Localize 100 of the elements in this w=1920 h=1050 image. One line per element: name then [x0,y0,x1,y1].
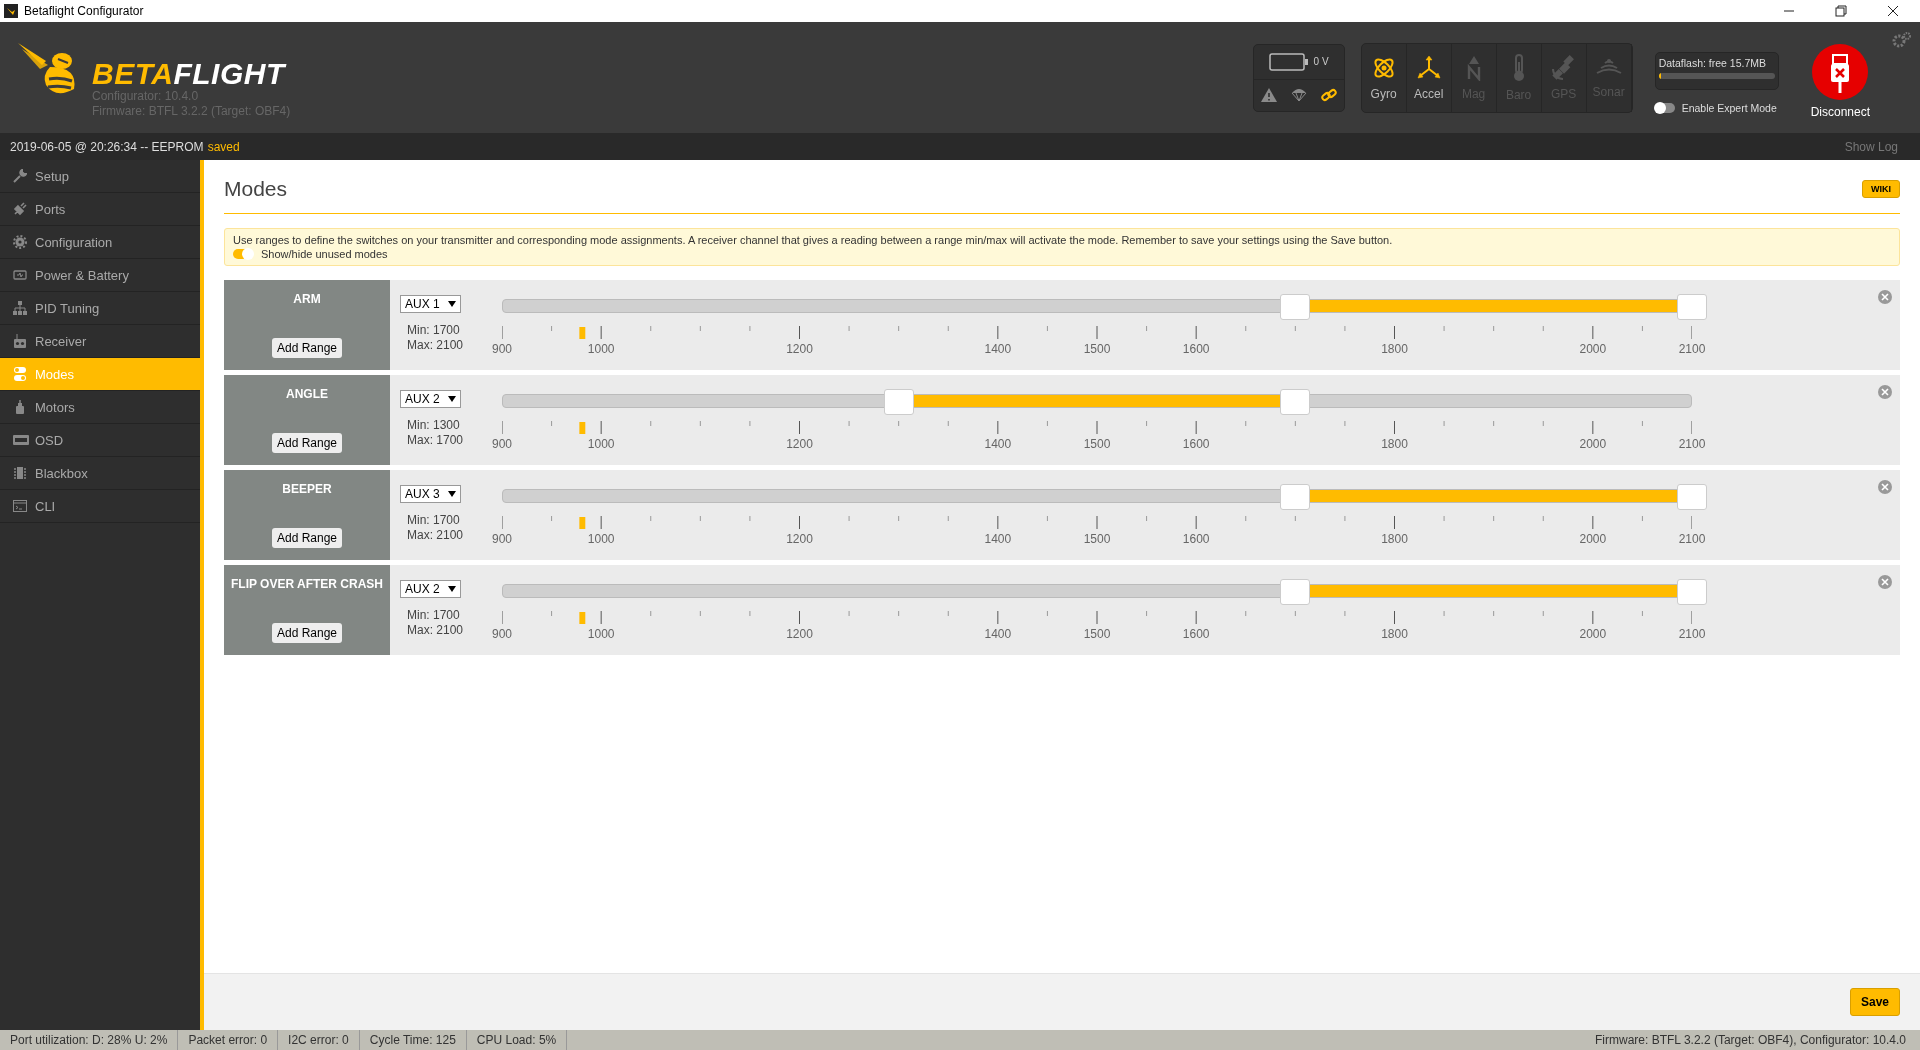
scale-label: 1400 [984,342,1012,356]
chip-icon [13,466,27,480]
mode-name: ARM [293,292,321,306]
battery-icon [1268,52,1309,71]
expert-mode-toggle[interactable] [1654,102,1675,113]
slider-handle[interactable] [1677,579,1707,605]
scale-label: 2000 [1579,342,1607,356]
mode-name: FLIP OVER AFTER CRASH [231,577,383,591]
scale-label: 1800 [1381,532,1408,546]
scale-label: 900 [492,437,512,451]
scale-label: 2100 [1678,532,1706,546]
scale-label: 1600 [1182,532,1210,546]
delete-icon[interactable] [1878,575,1892,589]
battery-voltage: 0 V [1313,56,1329,67]
parachute-icon [1290,88,1307,102]
range-min: Min: 1300 [407,418,461,433]
scale-label: 2000 [1579,532,1607,546]
scale-label: 1500 [1083,342,1111,356]
terminal-icon [13,500,27,512]
range-min: Min: 1700 [407,608,461,623]
scale-label: 1500 [1083,437,1111,451]
add-range-button[interactable]: Add Range [271,528,342,548]
slider-handle[interactable] [1677,294,1707,320]
channel-dropdown[interactable]: AUX 1 [400,295,461,313]
window-title: Betaflight Configurator [24,4,144,18]
scale-label: 1200 [786,342,813,356]
mode-name: ANGLE [286,387,328,401]
scale-label: 1200 [786,627,813,641]
channel-dropdown[interactable]: AUX 2 [400,390,461,408]
slider-handle[interactable] [1280,389,1311,415]
gear-icon [13,235,27,249]
unused-modes-toggle[interactable] [233,249,253,259]
scale-label: 2100 [1678,342,1706,356]
usb-plug-icon [1811,42,1870,101]
unused-modes-label: Show/hide unused modes [261,248,388,260]
slider-handle[interactable] [883,389,914,415]
wrench-icon [13,169,27,183]
status-item: I2C error: 0 [278,1030,360,1050]
restore-icon[interactable] [1835,5,1847,17]
save-button[interactable]: Save [1849,988,1900,1016]
sidebar-item[interactable]: Setup [0,160,200,193]
scale-label: 2000 [1579,627,1607,641]
logo-wordmark: BETAFLIGHT [92,58,288,89]
battery-icon [13,270,27,280]
sidebar-item[interactable]: PID Tuning [0,292,200,325]
scale-label: 1000 [587,437,615,451]
sidebar-item[interactable]: Motors [0,391,200,424]
scale-label: 2100 [1678,437,1706,451]
dropdown-caret-icon [447,491,456,497]
scale-label: 1500 [1083,627,1111,641]
slider-handle[interactable] [1280,579,1311,605]
mode-name: BEEPER [282,482,332,496]
add-range-button[interactable]: Add Range [271,433,342,453]
scale-label: 2100 [1678,627,1706,641]
scale-label: 900 [492,342,512,356]
scale-label: 1000 [587,532,615,546]
add-range-button[interactable]: Add Range [271,623,342,643]
scale-label: 1200 [786,532,813,546]
add-range-button[interactable]: Add Range [271,338,342,358]
disconnect-button[interactable]: Disconnect [1810,42,1870,119]
scale-label: 2000 [1579,437,1607,451]
delete-icon[interactable] [1878,290,1892,304]
dropdown-caret-icon [447,586,456,592]
scale-label: 900 [492,532,512,546]
range-min: Min: 1700 [407,513,461,528]
dropdown-caret-icon [447,396,456,402]
sidebar-item[interactable]: CLI [0,490,200,523]
dropdown-caret-icon [447,301,456,307]
slider-handle[interactable] [1280,484,1311,510]
scale-label: 1500 [1083,532,1111,546]
sensor-indicator: Gyro [1361,43,1407,112]
app-icon [4,4,18,18]
scale-label: 1400 [984,627,1012,641]
slider-handle[interactable] [1677,484,1707,510]
delete-icon[interactable] [1878,480,1892,494]
toggle-switches-icon [13,367,27,381]
hierarchy-icon [13,301,27,315]
channel-dropdown[interactable]: AUX 2 [400,580,461,598]
remote-control-icon [13,334,27,348]
sidebar-item[interactable]: Configuration [0,226,200,259]
motor-icon [13,400,27,414]
page-title: Modes [224,176,288,201]
expert-mode-label: Enable Expert Mode [1681,101,1777,114]
sidebar-item[interactable]: Blackbox [0,457,200,490]
show-log-link[interactable]: Show Log [1844,139,1910,154]
sidebar-item[interactable]: Ports [0,193,200,226]
sidebar-item[interactable]: Power & Battery [0,259,200,292]
three-arrows-icon [1415,54,1442,81]
scale-label: 1600 [1182,437,1210,451]
plug-icon [13,202,27,216]
channel-dropdown[interactable]: AUX 3 [400,485,461,503]
osd-icon [13,435,29,445]
close-icon[interactable] [1887,5,1899,17]
slider-handle[interactable] [1280,294,1311,320]
scale-label: 1800 [1381,437,1408,451]
sensor-indicator: Accel [1406,43,1452,112]
status-item: Cycle Time: 125 [359,1030,467,1050]
sidebar-item[interactable]: OSD [0,424,200,457]
wiki-button[interactable]: WIKI [1862,179,1900,198]
delete-icon[interactable] [1878,385,1892,399]
